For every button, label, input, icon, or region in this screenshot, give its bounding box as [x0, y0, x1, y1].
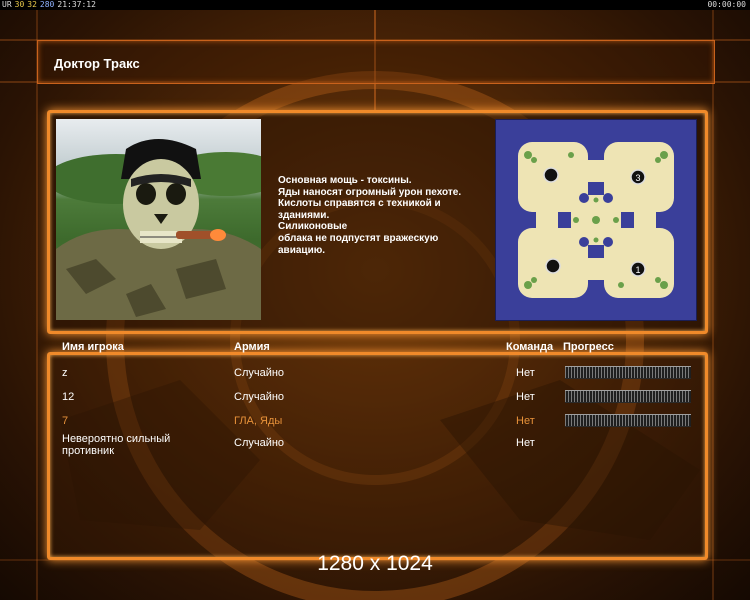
player-team-select[interactable]: Нет — [516, 391, 535, 403]
hud-stat-4: 21:37:12 — [57, 0, 96, 9]
skull-soldier-portrait-icon — [56, 139, 261, 320]
player-name: 12 — [62, 391, 75, 403]
player-name: 7 — [62, 415, 69, 427]
general-portrait — [56, 119, 261, 320]
start-position-1[interactable] — [543, 167, 559, 183]
player-progress-bar — [565, 390, 691, 403]
player-team-select[interactable]: Нет — [516, 415, 535, 427]
svg-text:1: 1 — [635, 265, 640, 275]
resolution-label: 1280 x 1024 — [317, 552, 433, 575]
player-team-select[interactable]: Нет — [516, 437, 535, 449]
player-name: z — [62, 367, 68, 379]
player-progress-bar — [565, 366, 691, 379]
header-army: Армия — [234, 341, 270, 353]
player-army-select[interactable]: Случайно — [234, 367, 284, 379]
header-progress: Прогресс — [563, 341, 614, 353]
performance-stats: UR 30 32 280 21:37:12 — [2, 0, 99, 10]
map-preview: 3 1 — [518, 142, 674, 298]
hud-stat-3: 280 — [39, 0, 55, 9]
player-army-select[interactable]: ГЛА, Яды — [234, 415, 282, 427]
general-description: Основная мощь - токсины. Яды наносят огр… — [278, 175, 462, 256]
player-team-select[interactable]: Нет — [516, 367, 535, 379]
top-status-bar: UR 30 32 280 21:37:12 00:00:00 — [0, 0, 750, 10]
player-progress-bar — [565, 414, 691, 427]
hud-stat-0: UR — [2, 0, 12, 9]
player-name: Невероятно сильный противник — [62, 433, 171, 457]
start-position-4[interactable]: 1 — [630, 261, 646, 277]
hud-stat-2: 32 — [27, 0, 37, 9]
player-army-select[interactable]: Случайно — [234, 437, 284, 449]
start-position-2[interactable]: 3 — [630, 169, 646, 185]
header-player-name: Имя игрока — [62, 341, 124, 353]
svg-text:3: 3 — [635, 173, 640, 183]
hud-stat-1: 30 — [14, 0, 25, 9]
start-position-3[interactable] — [545, 258, 561, 274]
general-name: Доктор Тракс — [54, 56, 140, 71]
minimap: 3 1 — [495, 119, 697, 321]
header-team: Команда — [506, 341, 554, 353]
game-timer: 00:00:00 — [707, 0, 746, 9]
player-army-select[interactable]: Случайно — [234, 391, 284, 403]
